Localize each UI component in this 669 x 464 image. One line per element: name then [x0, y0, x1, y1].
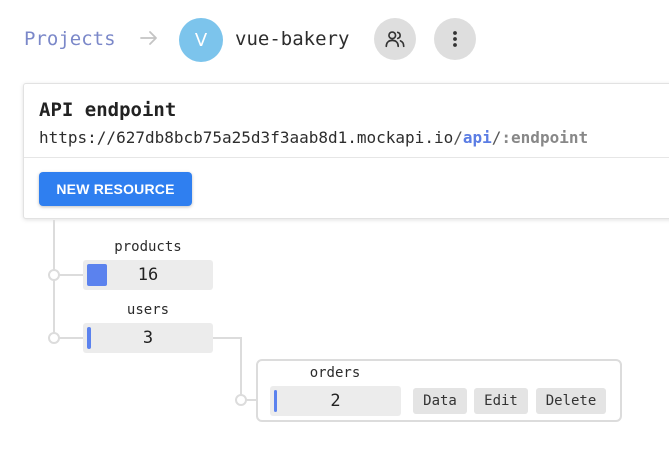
members-button[interactable]: [374, 18, 416, 60]
more-vertical-icon: [453, 31, 457, 47]
url-endpoint-placeholder: :endpoint: [501, 128, 589, 147]
url-separator: /: [491, 128, 502, 147]
count-fill-bar: [274, 390, 277, 412]
resource-count-users[interactable]: 3: [83, 323, 213, 353]
api-endpoint-card: API endpoint https://627db8bcb75a25d3f3a…: [23, 83, 669, 219]
count-value: 2: [330, 391, 341, 411]
url-api-prefix: api: [462, 128, 492, 147]
project-name: vue-bakery: [235, 28, 350, 50]
count-value: 16: [137, 265, 159, 285]
resource-name-orders: orders: [309, 365, 361, 381]
edit-button[interactable]: Edit: [474, 388, 528, 414]
resource-name-products: products: [114, 239, 182, 255]
resource-count-products[interactable]: 16: [83, 260, 213, 290]
breadcrumb: Projects V vue-bakery: [0, 0, 669, 80]
api-endpoint-title: API endpoint: [39, 99, 177, 121]
resource-name-users: users: [126, 302, 170, 318]
url-base: https://627db8bcb75a25d3f3aab8d1.mockapi…: [39, 128, 454, 147]
data-button[interactable]: Data: [413, 388, 467, 414]
delete-button[interactable]: Delete: [536, 388, 606, 414]
resource-count-orders[interactable]: 2: [270, 386, 401, 416]
projects-link[interactable]: Projects: [24, 28, 116, 50]
project-avatar: V: [179, 18, 223, 62]
more-options-button[interactable]: [434, 18, 476, 60]
users-icon: [385, 31, 405, 48]
arrow-right-icon: [140, 31, 157, 45]
url-separator: /: [453, 128, 463, 147]
api-endpoint-url: https://627db8bcb75a25d3f3aab8d1.mockapi…: [39, 128, 588, 147]
new-resource-button[interactable]: NEW RESOURCE: [39, 172, 192, 206]
count-value: 3: [142, 328, 154, 348]
count-fill-bar: [87, 264, 107, 286]
count-fill-bar: [87, 327, 91, 349]
card-divider: [24, 157, 669, 158]
